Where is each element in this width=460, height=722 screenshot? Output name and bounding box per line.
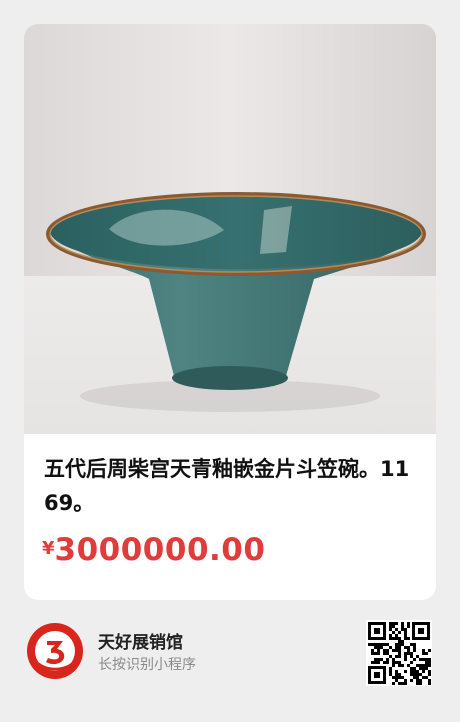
currency-symbol: ¥ xyxy=(42,538,55,559)
mini-program-qr-code-icon[interactable] xyxy=(366,620,432,686)
bowl-image xyxy=(24,24,436,434)
price-amount: 3000000.00 xyxy=(54,532,266,568)
red-circle-3-logo-icon xyxy=(26,622,84,680)
shop-name: 天好展销馆 xyxy=(98,633,183,653)
mini-program-footer: 天好展销馆 长按识别小程序 xyxy=(0,600,460,722)
product-price: ¥3000000.00 xyxy=(42,532,265,568)
shop-hint: 长按识别小程序 xyxy=(98,657,196,673)
product-card[interactable]: 五代后周柴宫天青釉嵌金片斗笠碗。1169。 ¥3000000.00 xyxy=(24,24,436,600)
product-photo[interactable] xyxy=(24,24,436,434)
product-title: 五代后周柴宫天青釉嵌金片斗笠碗。1169。 xyxy=(44,457,410,515)
